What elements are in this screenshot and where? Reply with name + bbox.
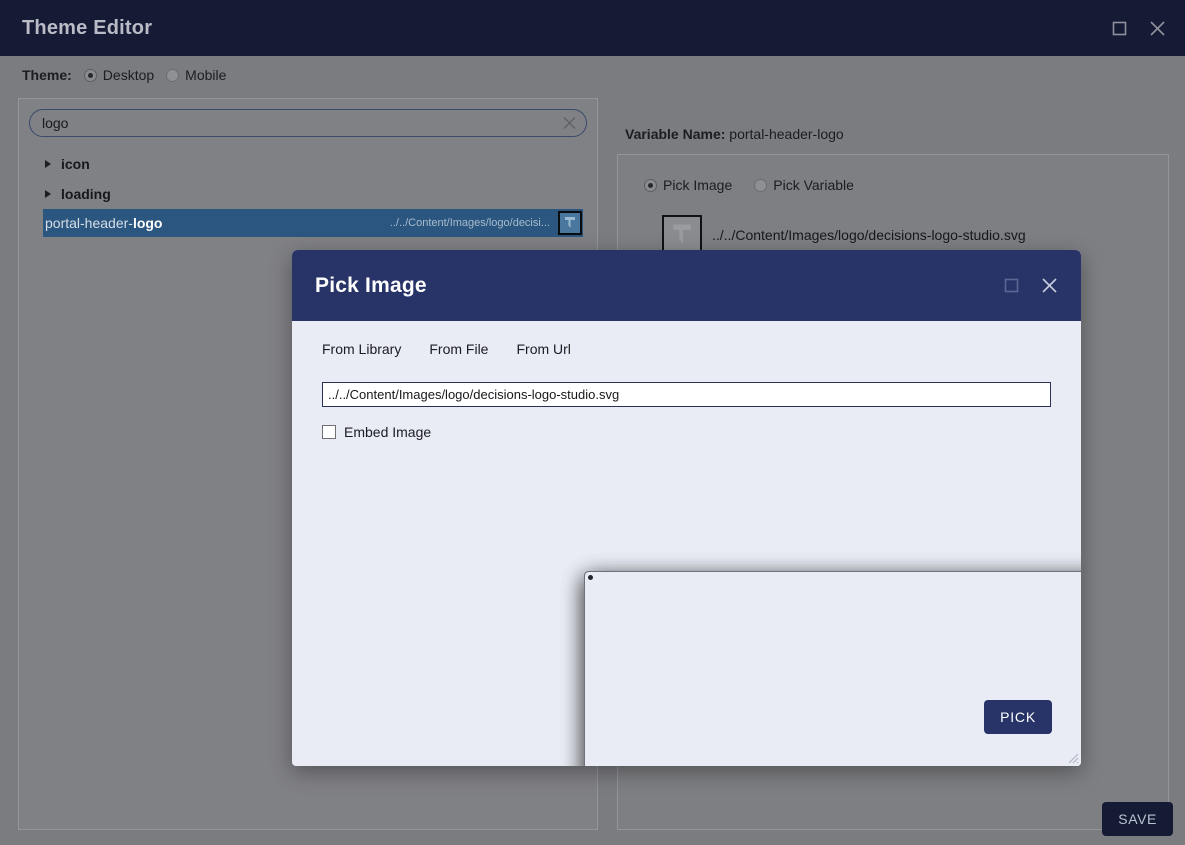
chevron-right-icon[interactable] bbox=[45, 160, 51, 168]
tree-item-loading[interactable]: loading bbox=[19, 179, 597, 209]
theme-selector: Theme: Desktop Mobile bbox=[22, 67, 226, 83]
radio-pick-image-indicator bbox=[644, 178, 657, 192]
dialog-title: Pick Image bbox=[315, 273, 427, 297]
radio-pick-variable-indicator bbox=[754, 178, 768, 192]
pick-image-dialog: Pick Image From Library From File From U… bbox=[292, 250, 1081, 766]
embed-image-checkbox-row[interactable]: Embed Image bbox=[322, 424, 1081, 440]
page-title: Theme Editor bbox=[22, 16, 153, 39]
radio-from-url-indicator bbox=[584, 571, 1081, 766]
window-titlebar: Theme Editor bbox=[0, 0, 1185, 56]
radio-from-library[interactable]: From Library bbox=[322, 341, 1081, 766]
image-preview-icon[interactable] bbox=[662, 215, 702, 255]
dialog-window-controls bbox=[997, 272, 1063, 300]
save-button[interactable]: SAVE bbox=[1102, 802, 1173, 836]
image-preview-row: ../../Content/Images/logo/decisions-logo… bbox=[662, 215, 1168, 255]
radio-pick-image-label: Pick Image bbox=[663, 177, 733, 193]
radio-pick-variable[interactable]: Pick Variable bbox=[754, 177, 854, 193]
radio-from-file-label: From File bbox=[429, 341, 489, 357]
radio-pick-variable-label: Pick Variable bbox=[773, 177, 854, 193]
variable-name-label: Variable Name: bbox=[625, 126, 726, 142]
tree-item-icon[interactable]: icon bbox=[19, 149, 597, 179]
theme-label: Theme: bbox=[22, 67, 72, 83]
tree-item-value: ../../Content/Images/logo/decisi... bbox=[389, 217, 550, 229]
tree-item-label: loading bbox=[61, 186, 111, 202]
maximize-icon[interactable] bbox=[997, 272, 1025, 300]
radio-from-file[interactable]: From File bbox=[429, 341, 1081, 766]
source-type-selector: Pick Image Pick Variable bbox=[644, 177, 1168, 193]
dialog-body: From Library From File From Url Embed Im… bbox=[292, 321, 1081, 766]
search-box[interactable] bbox=[29, 109, 587, 137]
tree-item-label-match: logo bbox=[132, 215, 163, 231]
search-area bbox=[19, 99, 597, 137]
chevron-right-icon[interactable] bbox=[45, 190, 51, 198]
pick-button[interactable]: PICK bbox=[984, 700, 1052, 734]
variable-tree: icon loading portal-header-logo ../../Co… bbox=[19, 149, 597, 237]
maximize-icon[interactable] bbox=[1105, 14, 1133, 42]
radio-desktop-indicator bbox=[83, 68, 97, 82]
image-url-input[interactable] bbox=[322, 382, 1051, 407]
radio-mobile-indicator bbox=[166, 68, 180, 82]
close-icon[interactable] bbox=[1143, 14, 1171, 42]
variable-name-value: portal-header-logo bbox=[729, 126, 844, 142]
radio-theme-mobile[interactable]: Mobile bbox=[166, 67, 226, 83]
radio-pick-image[interactable]: Pick Image bbox=[644, 177, 732, 193]
radio-from-url-label: From Url bbox=[516, 341, 571, 357]
tree-item-label: icon bbox=[61, 156, 90, 172]
radio-from-url[interactable]: From Url bbox=[516, 341, 1081, 766]
dialog-source-selector: From Library From File From Url bbox=[292, 321, 1081, 766]
embed-image-label: Embed Image bbox=[344, 424, 432, 440]
search-input[interactable] bbox=[30, 110, 586, 136]
variable-name-row: Variable Name: portal-header-logo bbox=[625, 126, 844, 142]
image-path-text: ../../Content/Images/logo/decisions-logo… bbox=[712, 227, 1026, 243]
radio-from-library-label: From Library bbox=[322, 341, 402, 357]
clear-icon[interactable] bbox=[562, 116, 577, 131]
radio-mobile-label: Mobile bbox=[185, 67, 227, 83]
tree-item-label: portal-header-logo bbox=[45, 215, 162, 231]
resize-handle[interactable] bbox=[1065, 750, 1079, 764]
tree-item-label-prefix: portal-header- bbox=[45, 215, 133, 231]
dialog-titlebar: Pick Image bbox=[292, 250, 1081, 321]
window-controls bbox=[1105, 14, 1171, 42]
image-thumbnail-icon[interactable] bbox=[558, 211, 582, 235]
radio-desktop-label: Desktop bbox=[102, 67, 155, 83]
radio-theme-desktop[interactable]: Desktop bbox=[83, 67, 155, 83]
close-icon[interactable] bbox=[1035, 272, 1063, 300]
embed-image-checkbox[interactable] bbox=[322, 425, 336, 439]
tree-item-portal-header-logo[interactable]: portal-header-logo ../../Content/Images/… bbox=[43, 209, 583, 237]
